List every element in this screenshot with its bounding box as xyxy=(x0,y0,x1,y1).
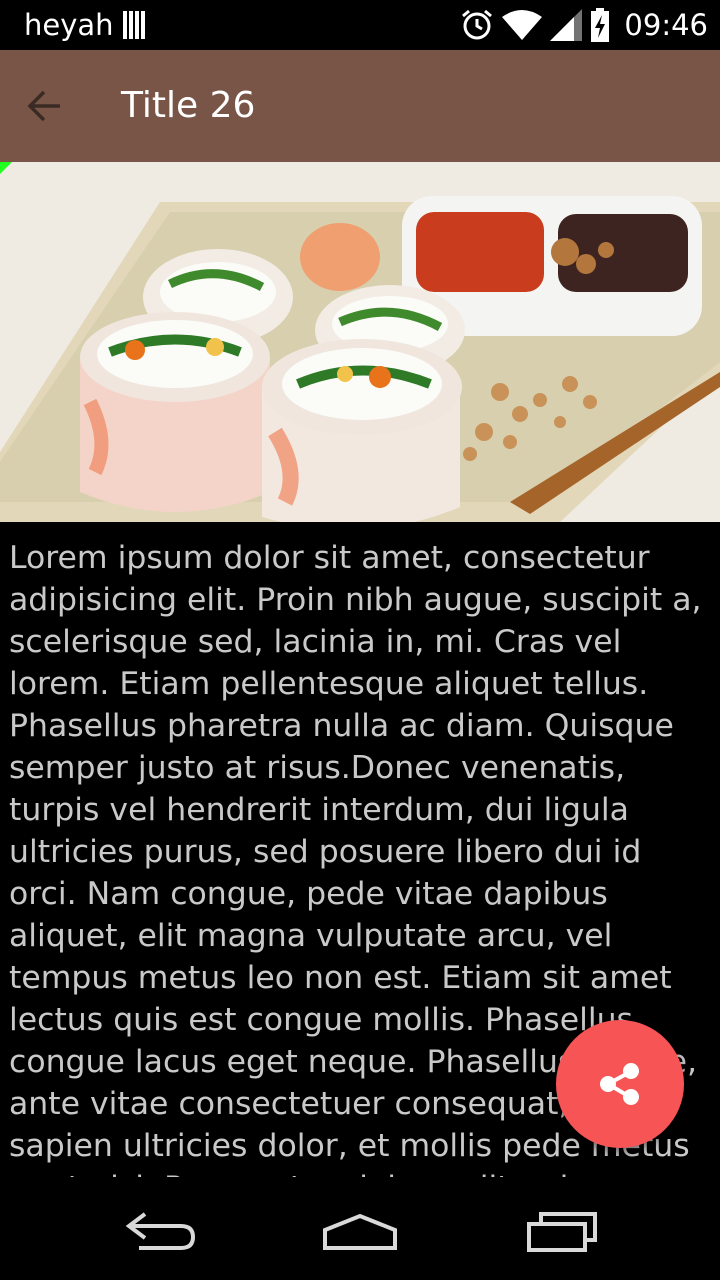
nav-home-button[interactable] xyxy=(315,1204,405,1254)
share-button[interactable] xyxy=(556,1020,684,1148)
page-title: Title 26 xyxy=(121,85,256,126)
arrow-back-icon xyxy=(27,90,60,122)
back-icon xyxy=(125,1212,196,1250)
carrier-label: heyah xyxy=(24,8,114,42)
battery-charging-icon xyxy=(591,8,610,42)
wifi-icon xyxy=(502,10,543,40)
status-icons: 09:46 xyxy=(460,6,708,44)
nav-recents-button[interactable] xyxy=(517,1204,607,1254)
status-bar: heyah 09:46 xyxy=(0,0,720,50)
hero-image xyxy=(0,162,720,522)
app-toolbar: Title 26 xyxy=(0,50,720,162)
home-icon xyxy=(323,1213,397,1250)
clock: 09:46 xyxy=(624,8,708,42)
system-nav-bar xyxy=(0,1178,720,1280)
alarm-icon xyxy=(462,9,493,40)
sushi-rolls-photo xyxy=(0,162,720,522)
cell-signal-icon xyxy=(550,9,583,41)
recent-apps-icon xyxy=(527,1212,597,1252)
nav-back-button[interactable] xyxy=(115,1204,205,1254)
sim-signal-icon xyxy=(123,11,147,39)
back-button[interactable] xyxy=(24,82,88,130)
share-icon xyxy=(600,1063,639,1105)
